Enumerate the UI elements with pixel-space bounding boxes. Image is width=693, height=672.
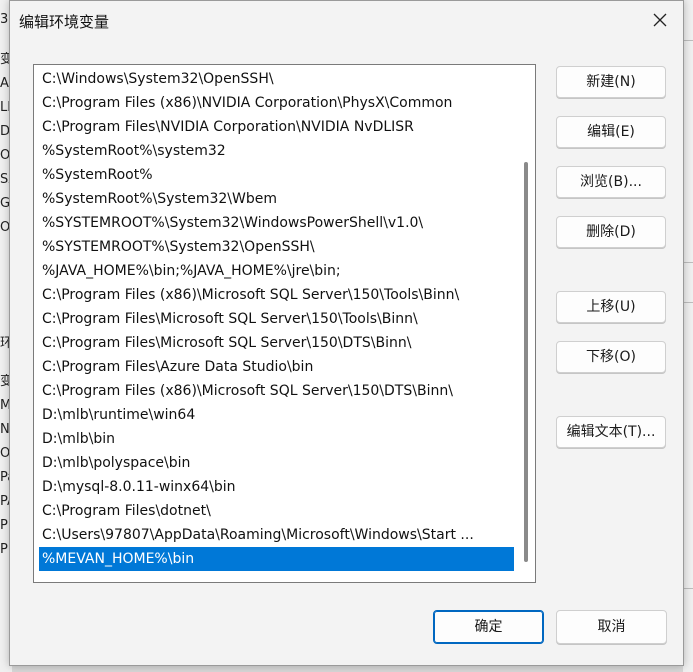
- path-list-item[interactable]: %SystemRoot%: [39, 163, 514, 187]
- background-window-right: [683, 0, 693, 672]
- title-bar: 编辑环境变量: [10, 1, 683, 39]
- path-list-item[interactable]: %SYSTEMROOT%\System32\WindowsPowerShell\…: [39, 211, 514, 235]
- divider: [683, 262, 693, 263]
- close-icon: [653, 13, 667, 27]
- divider: [683, 588, 693, 589]
- delete-button[interactable]: 删除(D): [556, 216, 666, 248]
- path-list-item[interactable]: C:\Program Files (x86)\Microsoft SQL Ser…: [39, 283, 514, 307]
- path-list-item[interactable]: %SystemRoot%\System32\Wbem: [39, 187, 514, 211]
- path-list-item[interactable]: D:\mlb\polyspace\bin: [39, 451, 514, 475]
- new-button[interactable]: 新建(N): [556, 66, 666, 98]
- path-list-item[interactable]: %SystemRoot%\system32: [39, 139, 514, 163]
- divider: [683, 302, 693, 303]
- browse-button[interactable]: 浏览(B)...: [556, 166, 666, 198]
- path-list-item[interactable]: D:\mlb\bin: [39, 427, 514, 451]
- edit-text-button[interactable]: 编辑文本(T)...: [556, 416, 666, 448]
- cancel-button[interactable]: 取消: [556, 610, 667, 644]
- close-button[interactable]: [637, 1, 683, 39]
- path-list-item[interactable]: C:\Program Files\dotnet\: [39, 499, 514, 523]
- dialog-title: 编辑环境变量: [19, 13, 110, 31]
- divider: [683, 40, 693, 41]
- edit-environment-variable-dialog: 编辑环境变量 C:\Windows\System32\OpenSSH\ C:\Pr…: [9, 0, 684, 666]
- move-down-button[interactable]: 下移(O): [556, 341, 666, 373]
- scrollbar-thumb[interactable]: [524, 162, 528, 562]
- path-list-item[interactable]: C:\Program Files\Azure Data Studio\bin: [39, 355, 514, 379]
- path-list-item[interactable]: C:\Program Files\NVIDIA Corporation\NVID…: [39, 115, 514, 139]
- path-list-item[interactable]: %MEVAN_HOME%\bin: [39, 547, 514, 571]
- edit-button[interactable]: 编辑(E): [556, 116, 666, 148]
- path-list-item[interactable]: C:\Program Files\Microsoft SQL Server\15…: [39, 331, 514, 355]
- path-list-item[interactable]: %SYSTEMROOT%\System32\OpenSSH\: [39, 235, 514, 259]
- path-list-item[interactable]: C:\Program Files\Microsoft SQL Server\15…: [39, 307, 514, 331]
- path-list-item[interactable]: C:\Program Files (x86)\NVIDIA Corporatio…: [39, 91, 514, 115]
- path-list-item[interactable]: C:\Windows\System32\OpenSSH\: [39, 67, 514, 91]
- move-up-button[interactable]: 上移(U): [556, 291, 666, 323]
- path-list-item[interactable]: D:\mlb\runtime\win64: [39, 403, 514, 427]
- path-list-item[interactable]: %JAVA_HOME%\bin;%JAVA_HOME%\jre\bin;: [39, 259, 514, 283]
- path-list-item[interactable]: C:\Users\97807\AppData\Roaming\Microsoft…: [39, 523, 514, 547]
- path-list[interactable]: C:\Windows\System32\OpenSSH\ C:\Program F…: [33, 64, 536, 583]
- ok-button[interactable]: 确定: [433, 610, 544, 644]
- path-list-item[interactable]: D:\mysql-8.0.11-winx64\bin: [39, 475, 514, 499]
- path-list-item[interactable]: C:\Program Files (x86)\Microsoft SQL Ser…: [39, 379, 514, 403]
